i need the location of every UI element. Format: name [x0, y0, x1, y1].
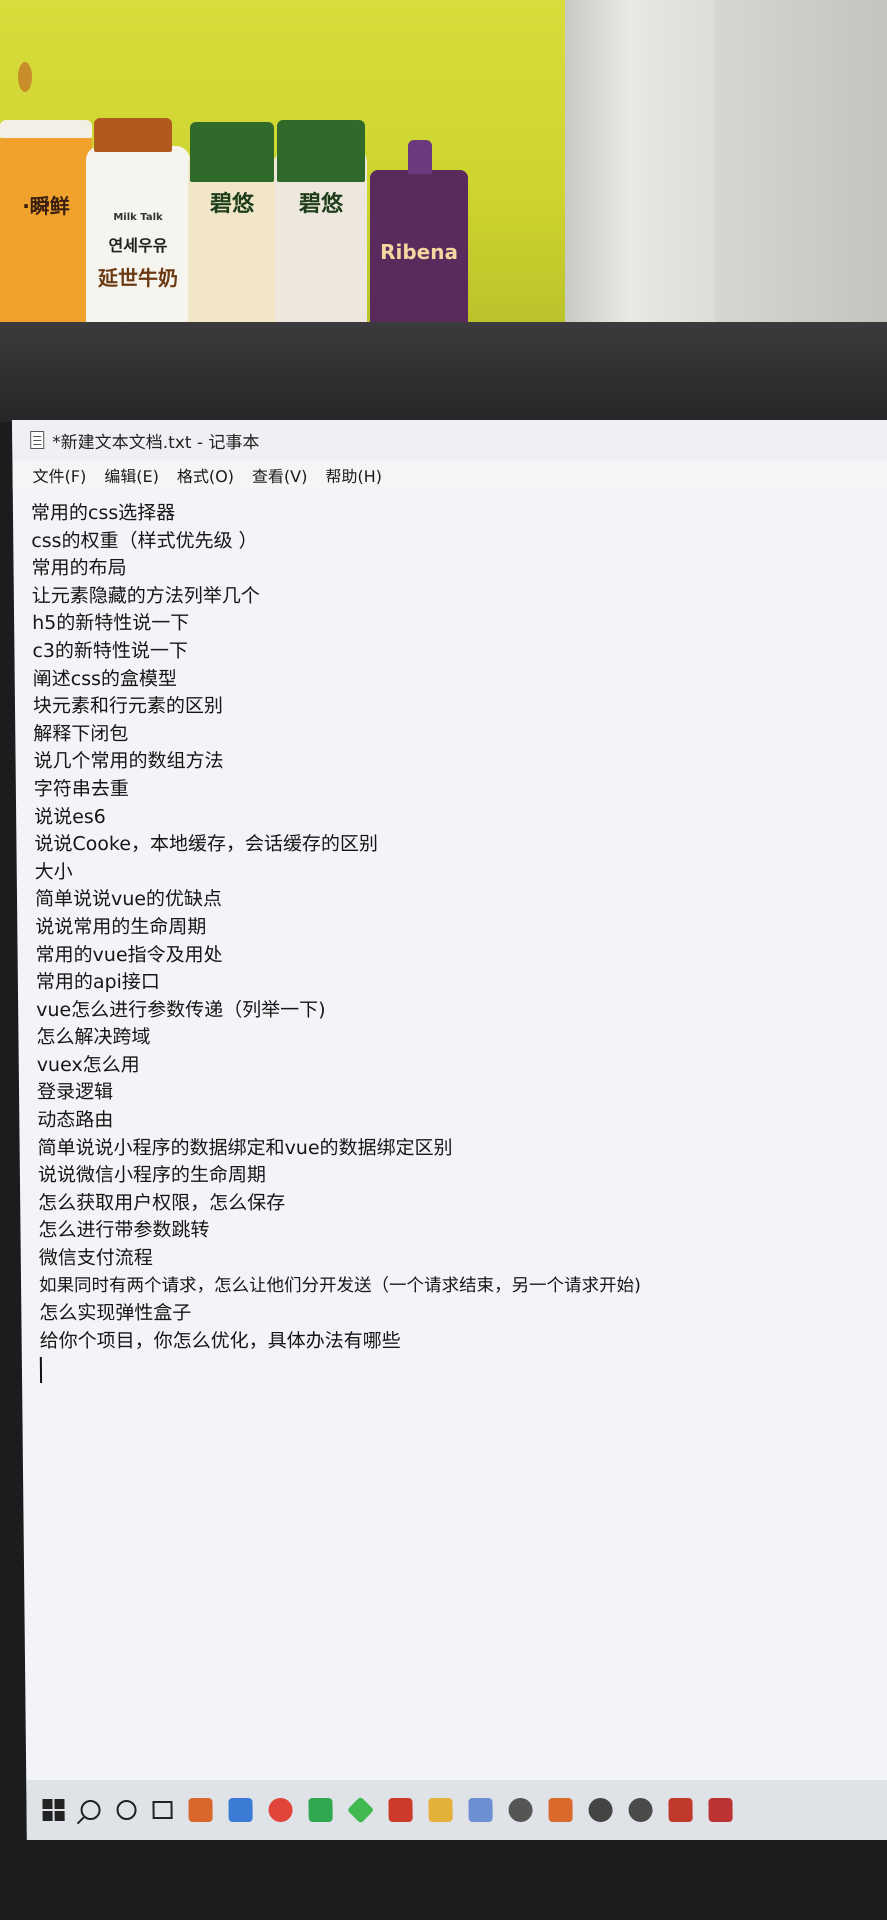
- bottle-cap-4: [277, 120, 365, 182]
- text-line: 说几个常用的数组方法: [33, 750, 224, 773]
- menu-bar: 文件(F) 编辑(E) 格式(O) 查看(V) 帮助(H): [12, 460, 887, 490]
- text-line: 怎么解决跨域: [36, 1026, 151, 1049]
- text-line: 大小: [34, 860, 73, 883]
- text-line: 动态路由: [37, 1109, 114, 1132]
- app-icon-red-3[interactable]: [708, 1798, 733, 1822]
- text-line: 简单说说vue的优缺点: [34, 888, 223, 911]
- menu-file[interactable]: 文件(F): [32, 463, 86, 487]
- menu-view[interactable]: 查看(V): [252, 463, 308, 487]
- text-caret: [39, 1357, 43, 1384]
- app-icon-green[interactable]: [308, 1798, 333, 1822]
- text-line: 说说es6: [34, 805, 106, 828]
- laptop-screen: *新建文本文档.txt - 记事本 文件(F) 编辑(E) 格式(O) 查看(V…: [12, 420, 887, 1840]
- pouch-label-5: Ribena: [380, 240, 458, 264]
- text-line: 阐述css的盒模型: [32, 667, 178, 690]
- grey-wall: [715, 0, 887, 330]
- bottle-label-1: ·瞬鲜: [22, 194, 70, 218]
- folder-icon[interactable]: [428, 1798, 453, 1822]
- menu-edit[interactable]: 编辑(E): [104, 463, 159, 487]
- pouch-spout-5: [408, 140, 432, 174]
- window-title: *新建文本文档.txt - 记事本: [52, 432, 260, 453]
- app-icon-red[interactable]: [268, 1798, 293, 1822]
- poster-mark: [18, 62, 32, 92]
- white-pillar: [565, 0, 725, 330]
- text-line: 块元素和行元素的区别: [32, 695, 224, 718]
- text-line: 如果同时有两个请求，怎么让他们分开发送（一个请求结束，另一个请求开始): [38, 1275, 641, 1296]
- text-line: 解释下闭包: [33, 722, 129, 745]
- app-icon-photos[interactable]: [468, 1798, 493, 1822]
- text-line: 怎么获取用户权限，怎么保存: [38, 1191, 286, 1214]
- text-line: 给你个项目，你怎么优化，具体办法有哪些: [39, 1329, 401, 1352]
- app-icon-dark[interactable]: [588, 1798, 613, 1822]
- text-line: 简单说说小程序的数据绑定和vue的数据绑定区别: [37, 1136, 453, 1159]
- text-line: 说说微信小程序的生命周期: [37, 1164, 267, 1187]
- text-line: 常用的布局: [31, 557, 127, 580]
- text-line: 登录逻辑: [36, 1081, 114, 1104]
- gear-icon[interactable]: [508, 1798, 533, 1822]
- text-line: c3的新特性说一下: [32, 639, 189, 662]
- text-editor[interactable]: 常用的css选择器 css的权重（样式优先级 ） 常用的布局 让元素隐藏的方法列…: [30, 500, 887, 1384]
- menu-format[interactable]: 格式(O): [177, 463, 234, 487]
- text-line: 微信支付流程: [38, 1247, 153, 1270]
- text-line: 字符串去重: [33, 777, 129, 800]
- laptop-bezel: [0, 322, 887, 422]
- text-line: vuex怎么用: [36, 1053, 140, 1076]
- background-shelf: ·瞬鲜 Milk Talk 연세우유 延世牛奶 碧悠 碧悠 Ribena: [0, 0, 887, 330]
- app-icon-office[interactable]: [388, 1798, 413, 1822]
- app-icon-blue[interactable]: [228, 1798, 253, 1822]
- bottle-label-4: 碧悠: [298, 192, 343, 217]
- app-icon-orange[interactable]: [188, 1798, 213, 1822]
- app-icon-orange-2[interactable]: [548, 1798, 573, 1822]
- text-line: 怎么实现弹性盒子: [39, 1302, 192, 1325]
- app-icon-dark-2[interactable]: [628, 1798, 653, 1822]
- text-line: h5的新特性说一下: [32, 612, 190, 635]
- bottle-cap-2: [94, 118, 172, 152]
- text-line: 说说常用的生命周期: [35, 915, 207, 938]
- bottle-label-3: 碧悠: [209, 192, 254, 217]
- bottle-label-2-cn: 延世牛奶: [98, 266, 178, 290]
- bottle-cap-3: [190, 122, 274, 182]
- app-icon-red-2[interactable]: [668, 1798, 693, 1822]
- text-line: 说说Cooke，本地缓存，会话缓存的区别: [34, 833, 379, 856]
- text-line: 常用的api接口: [35, 971, 160, 994]
- notepad-titlebar[interactable]: *新建文本文档.txt - 记事本: [12, 420, 887, 460]
- windows-taskbar: [26, 1780, 887, 1840]
- app-icon-store[interactable]: [346, 1796, 375, 1824]
- text-line: css的权重（样式优先级 ）: [31, 529, 258, 552]
- cortana-icon[interactable]: [116, 1800, 137, 1820]
- drink-bottle-1: [0, 128, 92, 330]
- text-line: 让元素隐藏的方法列举几个: [31, 584, 260, 607]
- bottle-cap-1: [0, 120, 92, 138]
- bottle-label-2-brand: Milk Talk: [113, 212, 163, 223]
- windows-start-icon[interactable]: [42, 1799, 65, 1821]
- task-view-icon[interactable]: [152, 1801, 173, 1819]
- text-line: 常用的css选择器: [30, 502, 176, 524]
- search-icon[interactable]: [80, 1800, 101, 1820]
- text-line: 常用的vue指令及用处: [35, 943, 223, 966]
- text-line: 怎么进行带参数跳转: [38, 1219, 210, 1242]
- menu-help[interactable]: 帮助(H): [325, 463, 382, 487]
- text-line: vue怎么进行参数传递（列举一下): [36, 998, 326, 1021]
- notepad-icon: [30, 431, 45, 449]
- bottle-label-2-kr: 연세우유: [108, 236, 168, 255]
